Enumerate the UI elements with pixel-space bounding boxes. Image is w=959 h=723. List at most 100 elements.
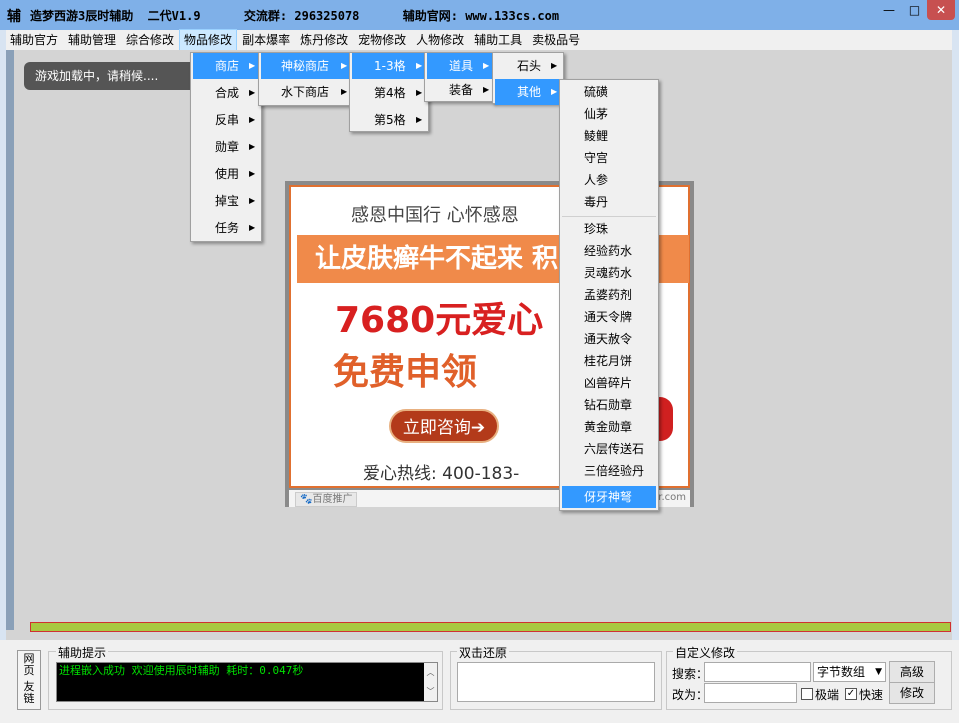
submenu-arrow-icon: ▶ — [249, 61, 256, 70]
menu-item-modify[interactable]: 物品修改 — [179, 29, 238, 51]
menu-separator — [562, 216, 656, 217]
advanced-button[interactable]: 高级 — [889, 661, 935, 683]
submenu-arrow-icon: ▶ — [341, 87, 348, 96]
menu-item-triple-exp-pill[interactable]: 三倍经验丹 — [562, 460, 656, 482]
menu-item-pangolin[interactable]: 鲮鲤 — [562, 125, 656, 147]
scroll-up-icon[interactable]: ︿ — [424, 663, 437, 682]
menu-shop[interactable]: 商店 ▶ — [193, 53, 259, 79]
menu-character-modify[interactable]: 人物修改 — [412, 30, 468, 50]
menu-reverse[interactable]: 反串 ▶ — [193, 107, 259, 133]
maximize-button[interactable]: □ — [902, 0, 927, 20]
menu-equipment[interactable]: 装备 ▶ — [427, 77, 493, 103]
extreme-checkbox[interactable] — [801, 688, 813, 700]
submenu-arrow-icon: ▶ — [249, 169, 256, 178]
submenu-arrow-icon: ▶ — [483, 61, 490, 70]
menu-props[interactable]: 道具 ▶ — [427, 53, 493, 79]
menu-item-exp-potion[interactable]: 经验药水 — [562, 240, 656, 262]
restore-box[interactable] — [457, 662, 655, 702]
menu-item-osmanthus-mooncake[interactable]: 桂花月饼 — [562, 350, 656, 372]
submenu-arrow-icon: ▶ — [249, 142, 256, 151]
submenu-arrow-icon: ▶ — [416, 61, 423, 70]
friend-links[interactable]: 友链 — [18, 681, 40, 705]
menu-item-fang-crossbow[interactable]: 伢牙神弩 — [562, 486, 656, 508]
menu-item-teleport-stone[interactable]: 六层传送石 — [562, 438, 656, 460]
extreme-label: 极端 — [815, 688, 840, 702]
menu-item-gecko[interactable]: 守宫 — [562, 147, 656, 169]
loading-toast: 游戏加载中，请稍候.... — [24, 62, 199, 90]
menu-item-gold-medal[interactable]: 黄金勋章 — [562, 416, 656, 438]
submenu-arrow-icon: ▶ — [416, 115, 423, 124]
ad-baidu-badge[interactable]: 🐾百度推广 — [295, 492, 358, 507]
menu-alchemy-modify[interactable]: 炼丹修改 — [296, 30, 352, 50]
minimize-button[interactable]: — — [876, 0, 902, 20]
submenu-arrow-icon: ▶ — [483, 85, 490, 94]
slot-submenu: 1-3格 ▶ 第4格 ▶ 第5格 ▶ — [349, 52, 429, 132]
submenu-arrow-icon: ▶ — [249, 88, 256, 97]
menu-task[interactable]: 任务 ▶ — [193, 215, 259, 241]
item-modify-menu: 商店 ▶ 合成 ▶ 反串 ▶ 勋章 ▶ 使用 ▶ 掉宝 ▶ 任务 ▶ — [190, 52, 262, 242]
chevron-down-icon: ▼ — [875, 667, 882, 677]
other-items-menu: 硫磺 仙茅 鲮鲤 守宫 人参 毒丹 珍珠 经验药水 灵魂药水 孟婆药剂 通天令牌… — [559, 79, 659, 511]
menu-item-beast-fragment[interactable]: 凶兽碎片 — [562, 372, 656, 394]
fast-checkbox[interactable]: ✓ — [845, 688, 857, 700]
custom-modify-label: 自定义修改 — [673, 644, 738, 661]
close-button[interactable]: ✕ — [927, 0, 955, 20]
ad-consult-button[interactable]: 立即咨询➔ — [389, 409, 499, 443]
menu-assist-tools[interactable]: 辅助工具 — [470, 30, 526, 50]
menu-slot-5[interactable]: 第5格 ▶ — [352, 107, 426, 133]
menu-assist-manage[interactable]: 辅助管理 — [64, 30, 120, 50]
ad-slogan: 感恩中国行 心怀感恩 — [351, 205, 519, 226]
shop-submenu: 神秘商店 ▶ 水下商店 ▶ — [258, 52, 352, 106]
menu-item-poison-pill[interactable]: 毒丹 — [562, 191, 656, 213]
menu-use[interactable]: 使用 ▶ — [193, 161, 259, 187]
loading-progress-bar — [30, 622, 951, 632]
submenu-arrow-icon: ▶ — [249, 115, 256, 124]
menu-general-modify[interactable]: 综合修改 — [122, 30, 178, 50]
menu-bar: 辅助官方 辅助管理 综合修改 物品修改 副本爆率 炼丹修改 宠物修改 人物修改 … — [6, 29, 952, 51]
menu-item-pearl[interactable]: 珍珠 — [562, 218, 656, 240]
menu-item-ginseng[interactable]: 人参 — [562, 169, 656, 191]
log-output: 进程嵌入成功 欢迎使用辰时辅助 耗时：0.047秒 — [56, 662, 438, 702]
menu-item-soul-potion[interactable]: 灵魂药水 — [562, 262, 656, 284]
log-scrollbar[interactable]: ︿ ﹀ — [424, 663, 437, 701]
menu-mystery-shop[interactable]: 神秘商店 ▶ — [261, 53, 349, 79]
menu-item-mengpo-potion[interactable]: 孟婆药剂 — [562, 284, 656, 306]
menu-item-tongtian-token[interactable]: 通天令牌 — [562, 306, 656, 328]
side-links: 网页 友链 — [17, 650, 41, 710]
menu-pet-modify[interactable]: 宠物修改 — [354, 30, 410, 50]
menu-item-xianmao[interactable]: 仙茅 — [562, 103, 656, 125]
app-icon: 辅 — [7, 9, 21, 25]
search-label: 搜索： — [672, 667, 709, 681]
submenu-arrow-icon: ▶ — [249, 223, 256, 232]
submenu-arrow-icon: ▶ — [249, 196, 256, 205]
submenu-arrow-icon: ▶ — [341, 61, 348, 70]
menu-slot-1-3[interactable]: 1-3格 ▶ — [352, 53, 426, 79]
menu-assist-official[interactable]: 辅助官方 — [6, 30, 62, 50]
change-input[interactable] — [704, 683, 797, 703]
webpage-link[interactable]: 网页 — [18, 651, 40, 681]
window-title: 造梦西游3辰时辅助 二代V1.9 交流群: 296325078 辅助官网: ww… — [30, 9, 560, 23]
ad-free-text: 免费申领 — [333, 352, 478, 393]
menu-dungeon-drop[interactable]: 副本爆率 — [238, 30, 294, 50]
app-window: 辅 造梦西游3辰时辅助 二代V1.9 交流群: 296325078 辅助官网: … — [0, 0, 959, 723]
menu-sell-accounts[interactable]: 卖极品号 — [528, 30, 584, 50]
scroll-down-icon[interactable]: ﹀ — [424, 682, 437, 701]
restore-label: 双击还原 — [457, 644, 510, 661]
title-bar[interactable]: 辅 造梦西游3辰时辅助 二代V1.9 交流群: 296325078 辅助官网: … — [0, 0, 959, 30]
menu-medal[interactable]: 勋章 ▶ — [193, 134, 259, 160]
search-input[interactable] — [704, 662, 811, 682]
menu-item-sulfur[interactable]: 硫磺 — [562, 81, 656, 103]
menu-item-tongtian-pardon[interactable]: 通天赦令 — [562, 328, 656, 350]
data-type-select[interactable]: 字节数组 ▼ — [813, 662, 886, 682]
menu-underwater-shop[interactable]: 水下商店 ▶ — [261, 79, 349, 105]
menu-synthesis[interactable]: 合成 ▶ — [193, 80, 259, 106]
menu-slot-4[interactable]: 第4格 ▶ — [352, 80, 426, 106]
modify-button[interactable]: 修改 — [889, 682, 935, 704]
menu-other[interactable]: 其他 ▶ — [495, 79, 561, 105]
menu-stone[interactable]: 石头 ▶ — [495, 53, 561, 79]
assist-hint-label: 辅助提示 — [56, 644, 109, 661]
menu-item-diamond-medal[interactable]: 钻石勋章 — [562, 394, 656, 416]
submenu-arrow-icon: ▶ — [416, 88, 423, 97]
menu-drop[interactable]: 掉宝 ▶ — [193, 188, 259, 214]
category-submenu: 道具 ▶ 装备 ▶ — [424, 52, 496, 102]
